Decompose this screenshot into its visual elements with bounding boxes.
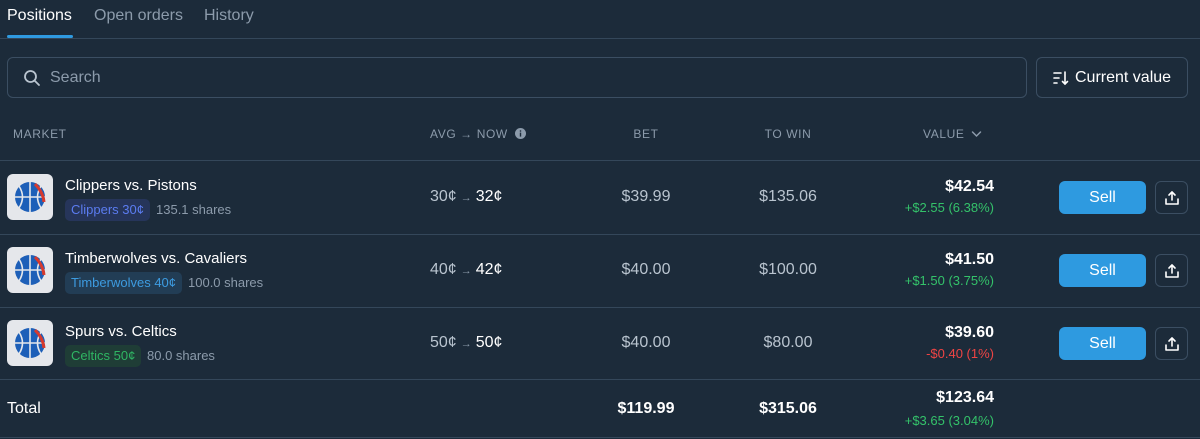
position-value: $42.54 (945, 178, 994, 195)
chevron-down-icon (972, 131, 982, 138)
bet-amount: $40.00 (621, 261, 671, 278)
to-win-amount: $100.00 (759, 261, 817, 278)
to-win-amount: $80.00 (763, 334, 813, 351)
position-value: $39.60 (945, 324, 994, 341)
basketball-icon (15, 182, 46, 212)
avg-price: 50¢ (430, 334, 457, 351)
share-button[interactable] (1155, 327, 1188, 360)
row-divider (0, 307, 1200, 308)
market-title[interactable]: Clippers vs. Pistons (65, 177, 197, 194)
sell-button[interactable]: Sell (1059, 327, 1146, 360)
sell-button[interactable]: Sell (1059, 254, 1146, 287)
now-price: 50¢ (475, 334, 503, 351)
value-label: VALUE (923, 127, 965, 141)
column-header-bet: BET (633, 127, 659, 141)
share-icon (1165, 264, 1179, 278)
total-divider (0, 379, 1200, 380)
bottom-divider (0, 437, 1200, 438)
value-change: +$1.50 (3.75%) (904, 273, 994, 288)
basketball-icon (15, 328, 46, 358)
market-title[interactable]: Spurs vs. Celtics (65, 323, 177, 340)
tab-bar: Positions Open orders History (0, 0, 1200, 39)
position-value: $41.50 (945, 251, 994, 268)
arrow-right-icon: → (460, 338, 472, 350)
position-row: Clippers vs. Pistons Clippers 30¢ 135.1 … (0, 161, 1200, 233)
tab-history[interactable]: History (204, 7, 254, 25)
avg-price: 40¢ (430, 261, 457, 278)
team-logo (7, 247, 53, 293)
column-header-market: MARKET (13, 127, 67, 141)
bet-amount: $40.00 (621, 334, 671, 351)
active-tab-indicator (7, 35, 73, 38)
team-logo (7, 320, 53, 366)
sort-current-value-button[interactable]: Current value (1036, 57, 1188, 98)
to-win-amount: $135.06 (759, 188, 817, 205)
sell-button[interactable]: Sell (1059, 181, 1146, 214)
tab-positions[interactable]: Positions (7, 7, 72, 25)
avg-now-label: AVG → NOW (430, 127, 508, 141)
team-logo (7, 174, 53, 220)
total-label: Total (7, 400, 41, 417)
column-header-avg-now: AVG → NOW (430, 127, 526, 141)
search-input[interactable] (50, 58, 1010, 97)
total-to-win: $315.06 (759, 400, 817, 417)
position-row: Timberwolves vs. Cavaliers Timberwolves … (0, 234, 1200, 306)
arrow-right-icon: → (460, 265, 472, 277)
now-price: 32¢ (475, 188, 503, 205)
basketball-icon (15, 255, 46, 285)
share-icon (1165, 191, 1179, 205)
total-change: +$3.65 (3.04%) (904, 413, 994, 428)
info-icon[interactable] (514, 128, 526, 139)
outcome-chip: Clippers 30¢ (65, 199, 150, 221)
outcome-chip: Timberwolves 40¢ (65, 272, 183, 294)
share-button[interactable] (1155, 181, 1188, 214)
avg-price: 30¢ (430, 188, 457, 205)
bet-amount: $39.99 (621, 188, 671, 205)
column-header-to-win: TO WIN (764, 127, 812, 141)
sort-label: Current value (1075, 69, 1172, 86)
arrow-right-icon: → (460, 192, 472, 204)
total-bet: $119.99 (617, 400, 675, 417)
tab-open-orders[interactable]: Open orders (94, 7, 183, 25)
shares-count: 80.0 shares (147, 348, 215, 363)
sort-icon (1053, 71, 1069, 86)
avg-now-price: 30¢ → 32¢ (430, 188, 502, 206)
market-title[interactable]: Timberwolves vs. Cavaliers (65, 250, 247, 267)
now-price: 42¢ (475, 261, 503, 278)
column-header-value[interactable]: VALUE (923, 127, 982, 141)
shares-count: 100.0 shares (188, 275, 264, 290)
search-box[interactable] (7, 57, 1027, 98)
value-change: -$0.40 (1%) (926, 346, 994, 361)
outcome-chip: Celtics 50¢ (65, 345, 142, 367)
row-divider (0, 234, 1200, 235)
share-icon (1165, 337, 1179, 351)
value-change: +$2.55 (6.38%) (904, 200, 994, 215)
share-button[interactable] (1155, 254, 1188, 287)
avg-now-price: 40¢ → 42¢ (430, 261, 502, 279)
avg-now-price: 50¢ → 50¢ (430, 334, 502, 352)
shares-count: 135.1 shares (156, 202, 232, 217)
position-row: Spurs vs. Celtics Celtics 50¢ 80.0 share… (0, 307, 1200, 379)
search-icon (24, 70, 40, 86)
total-value: $123.64 (936, 389, 994, 406)
